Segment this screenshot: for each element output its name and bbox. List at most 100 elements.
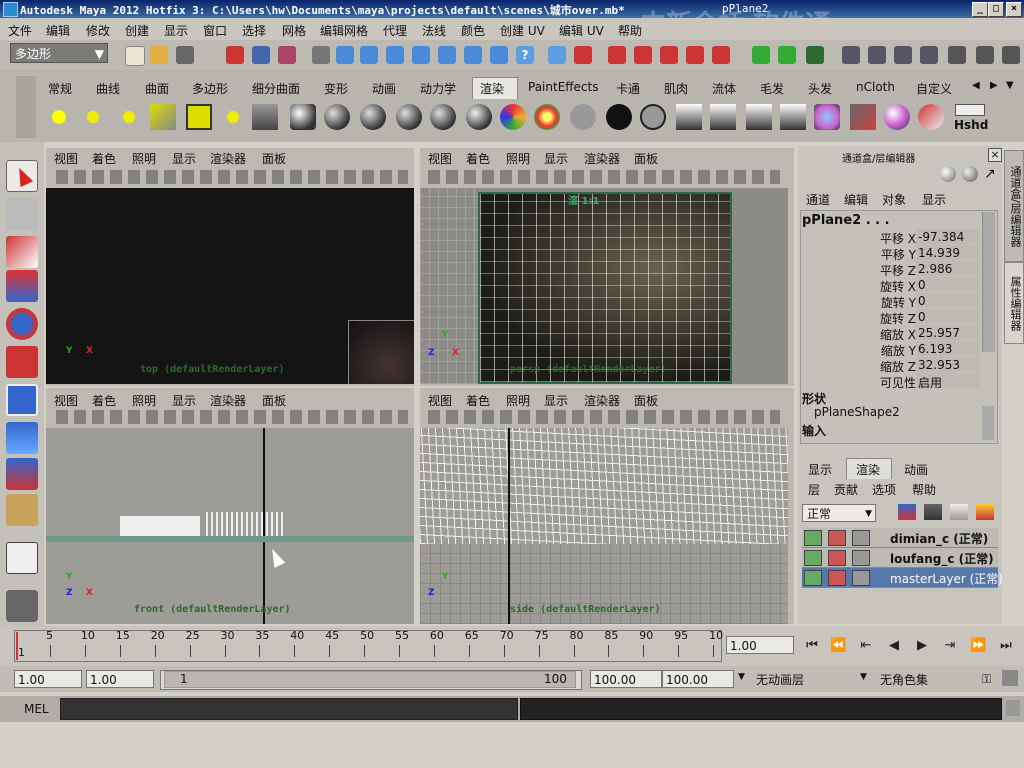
channel-attr-row[interactable]: 平移 X -97.384: [800, 229, 982, 246]
last-tool-icon[interactable]: [6, 494, 38, 526]
side-menu-shading[interactable]: 着色: [466, 392, 490, 409]
shelf-tab-general[interactable]: 常规: [48, 80, 72, 97]
key-icon[interactable]: ⚿: [982, 672, 991, 687]
layer-render-icon[interactable]: [828, 550, 846, 566]
front-menu-panels[interactable]: 面板: [262, 392, 286, 409]
side-tab-attribute-editor[interactable]: 属性编辑器: [1004, 262, 1024, 344]
top-menu-lighting[interactable]: 照明: [132, 150, 156, 167]
highlight-selection-icon[interactable]: [574, 46, 592, 64]
channel-box-close-icon[interactable]: ×: [988, 148, 1002, 162]
play-back-icon[interactable]: ◀: [886, 638, 902, 654]
side-menu-lighting[interactable]: 照明: [506, 392, 530, 409]
select-surfaces-icon[interactable]: [412, 46, 430, 64]
ambient-light-icon[interactable]: [116, 104, 142, 130]
channel-menu-object[interactable]: 对象: [882, 191, 906, 208]
current-frame-field[interactable]: 1.00: [726, 636, 794, 654]
side-menu-show[interactable]: 显示: [544, 392, 568, 409]
script-editor-icon[interactable]: [1006, 700, 1020, 716]
anisotropic-sphere-icon[interactable]: [466, 104, 492, 130]
play-forward-icon[interactable]: ▶: [914, 638, 930, 654]
side-menu-renderer[interactable]: 渲染器: [584, 392, 620, 409]
layer-visibility-icon[interactable]: [804, 570, 822, 586]
channel-attr-value[interactable]: 0: [918, 294, 926, 308]
side-menu-view[interactable]: 视图: [428, 392, 452, 409]
top-menu-shading[interactable]: 着色: [92, 150, 116, 167]
help-question-icon[interactable]: ?: [516, 46, 534, 64]
phonge-sphere-icon[interactable]: [430, 104, 456, 130]
area-light-icon[interactable]: [186, 104, 212, 130]
menu-create-uvs[interactable]: 创建 UV: [500, 22, 545, 39]
render-frame-icon[interactable]: [806, 46, 824, 64]
lock-selection-icon[interactable]: [548, 46, 566, 64]
layer-row[interactable]: masterLayer (正常): [802, 568, 1003, 588]
end-time-field[interactable]: 100.00: [662, 670, 734, 688]
new-scene-icon[interactable]: [125, 46, 145, 66]
toggle-attribute-editor-icon[interactable]: [948, 46, 966, 64]
select-hierarchy-icon[interactable]: [226, 46, 244, 64]
mask-menu-icon[interactable]: [312, 46, 330, 64]
anim-prefs-icon[interactable]: [1002, 670, 1018, 686]
shape-node-name[interactable]: pPlaneShape2: [814, 405, 900, 419]
side-panel-toolbar[interactable]: [428, 410, 780, 424]
construction-history-icon[interactable]: [778, 46, 796, 64]
persp-menu-panels[interactable]: 面板: [634, 150, 658, 167]
menu-color[interactable]: 颜色: [461, 22, 485, 39]
channel-attr-value[interactable]: 2.986: [918, 262, 952, 276]
channel-attr-value[interactable]: 14.939: [918, 246, 960, 260]
hypershade-icon[interactable]: [894, 46, 912, 64]
maximize-button[interactable]: □: [988, 2, 1004, 17]
pin-icon[interactable]: ↗: [984, 166, 996, 182]
channel-menu-show[interactable]: 显示: [922, 191, 946, 208]
shelf-tab-animation[interactable]: 动画: [372, 80, 396, 97]
go-end-icon[interactable]: ⏭: [998, 638, 1014, 654]
channel-attr-value[interactable]: 32.953: [918, 358, 960, 372]
front-menu-shading[interactable]: 着色: [92, 392, 116, 409]
shelf-scroll-right-icon[interactable]: ▶: [990, 80, 998, 91]
shelf-menu-icon[interactable]: ▼: [1006, 80, 1014, 91]
scale-tool[interactable]: [6, 346, 38, 378]
select-dynamics-icon[interactable]: [464, 46, 482, 64]
shelf-tab-deform[interactable]: 变形: [324, 80, 348, 97]
select-joints-icon[interactable]: [360, 46, 378, 64]
shader-library-icon[interactable]: [884, 104, 910, 130]
outliner-layout-icon[interactable]: [6, 590, 38, 622]
ipr-render-icon[interactable]: [842, 46, 860, 64]
channel-attr-row[interactable]: 旋转 Y0: [800, 293, 982, 310]
close-button[interactable]: ×: [1006, 2, 1022, 17]
persp-menu-show[interactable]: 显示: [544, 150, 568, 167]
shelf-tab-ncloth[interactable]: nCloth: [856, 80, 895, 94]
top-menu-view[interactable]: 视图: [54, 150, 78, 167]
channel-attr-value[interactable]: 0: [918, 278, 926, 292]
layer-tab-display[interactable]: 显示: [808, 461, 832, 478]
paint-brush-icon[interactable]: [918, 104, 944, 130]
directional-light-icon[interactable]: [80, 104, 106, 130]
universal-manipulator-tool[interactable]: [6, 384, 38, 416]
channel-attr-row[interactable]: 可见性 启用: [800, 373, 982, 390]
top-panel-toolbar[interactable]: [56, 170, 408, 184]
snap-grid-icon[interactable]: [608, 46, 626, 64]
lambert-sphere-icon[interactable]: [324, 104, 350, 130]
menu-proxy[interactable]: 代理: [383, 22, 407, 39]
channel-menu-edit[interactable]: 编辑: [844, 191, 868, 208]
persp-menu-lighting[interactable]: 照明: [506, 150, 530, 167]
front-menu-show[interactable]: 显示: [172, 392, 196, 409]
menu-edit-uvs[interactable]: 编辑 UV: [559, 22, 604, 39]
volume-light-icon[interactable]: [220, 104, 246, 130]
anim-layer-dropdown[interactable]: 无动画层: [756, 671, 804, 688]
phong-sphere-icon[interactable]: [396, 104, 422, 130]
step-forward-icon[interactable]: ⏩: [970, 638, 986, 654]
shading-map-icon[interactable]: [640, 104, 666, 130]
spot-light-icon[interactable]: [150, 104, 176, 130]
lasso-tool[interactable]: [6, 198, 38, 230]
shelf-tab-polygons[interactable]: 多边形: [192, 80, 228, 97]
layer-tab-render[interactable]: 渲染: [856, 461, 880, 478]
start-time-field[interactable]: 1.00: [14, 670, 82, 688]
ramp-shader-icon[interactable]: [534, 104, 560, 130]
next-key-icon[interactable]: ⇥: [942, 638, 958, 654]
soft-mod-tool[interactable]: [6, 422, 38, 454]
shelf-tab-painteffects[interactable]: PaintEffects: [528, 80, 598, 94]
menu-help[interactable]: 帮助: [618, 22, 642, 39]
layer-row[interactable]: loufang_c (正常): [802, 548, 998, 568]
menu-mesh[interactable]: 网格: [282, 22, 306, 39]
render-globals-icon[interactable]: [780, 104, 806, 130]
